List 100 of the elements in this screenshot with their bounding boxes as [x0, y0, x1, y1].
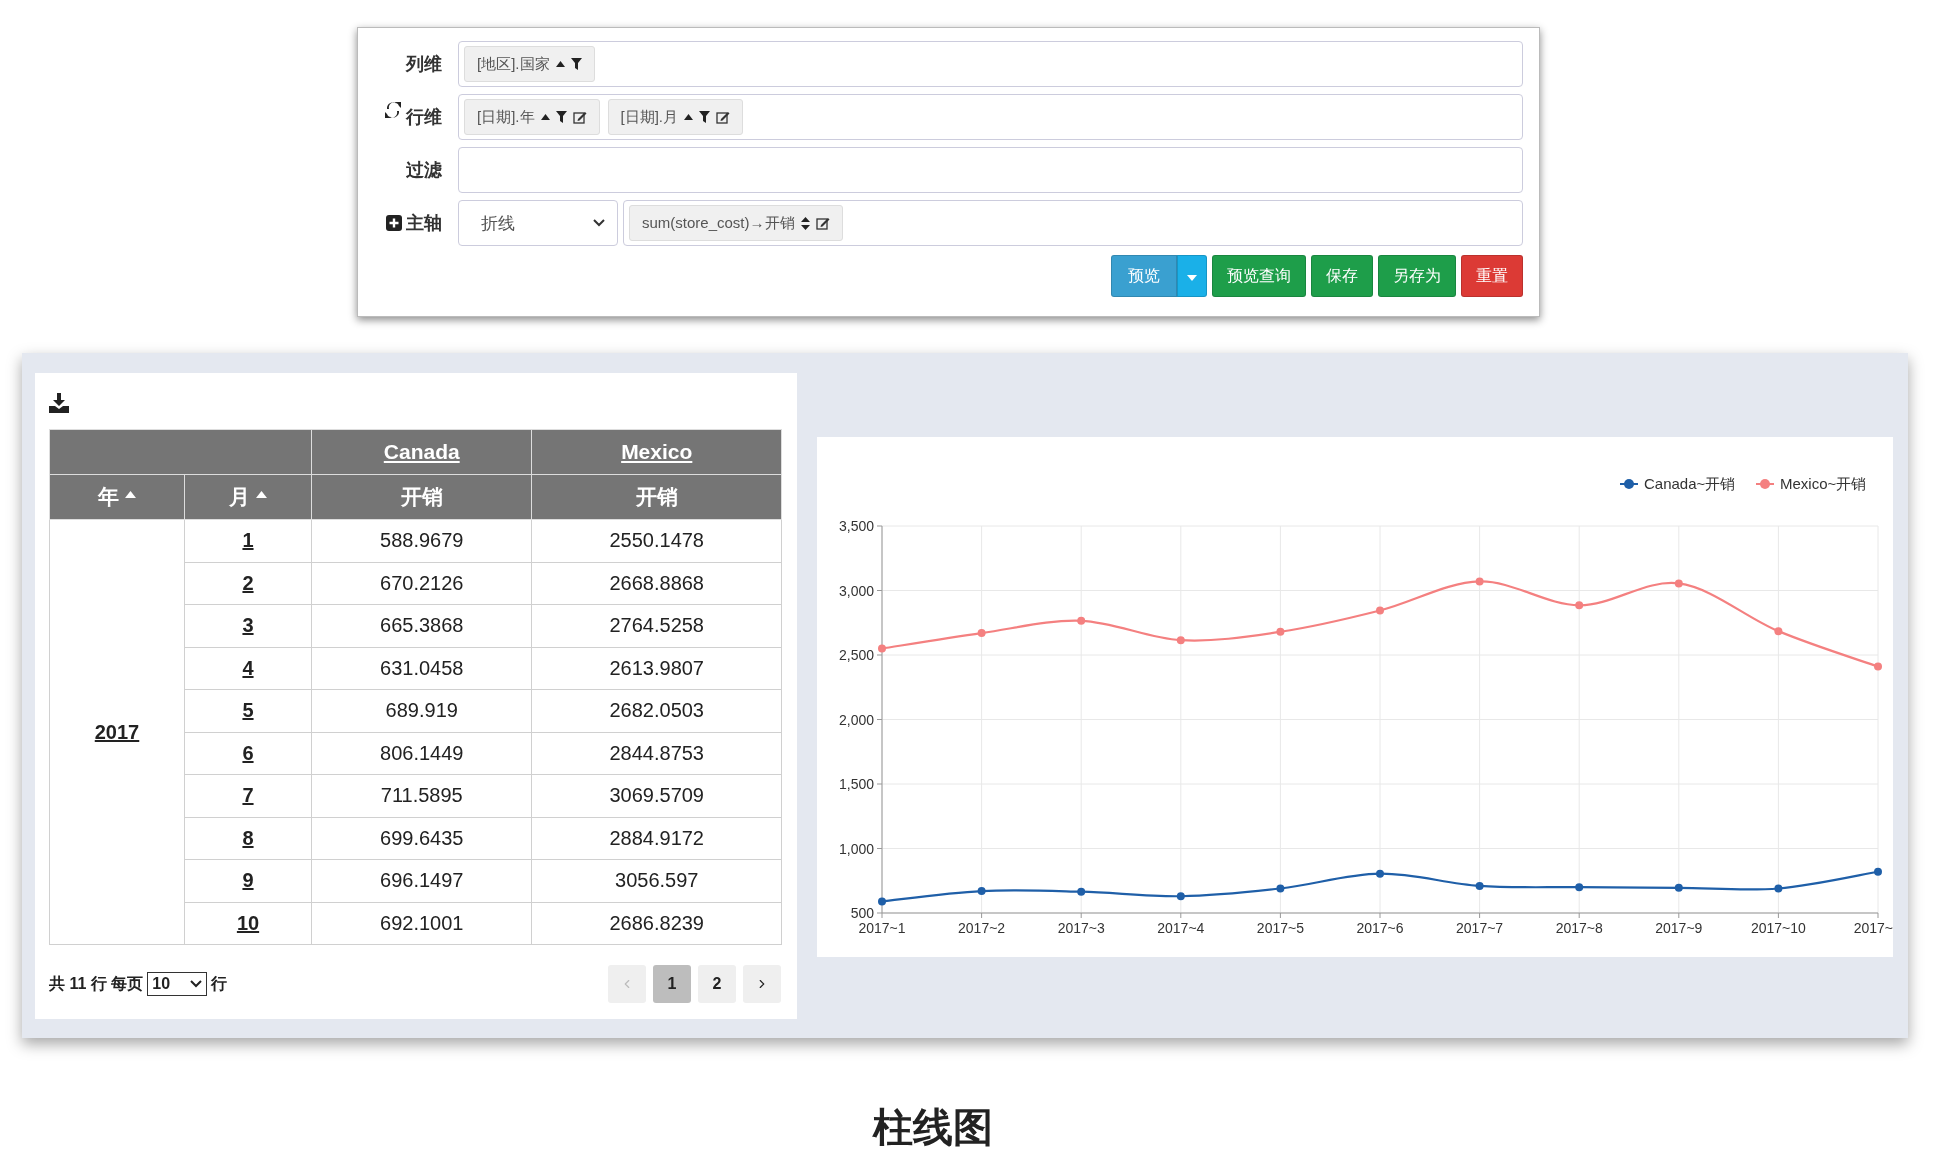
month-cell[interactable]: 2	[184, 562, 312, 605]
field-chip[interactable]: [日期].月	[607, 99, 744, 135]
field-label: 行维	[406, 106, 442, 129]
chart-type-select[interactable]: 折线	[458, 200, 618, 246]
y-tick-label: 1,000	[838, 840, 874, 857]
month-cell[interactable]: 6	[184, 732, 312, 775]
month-cell[interactable]: 4	[184, 647, 312, 690]
sort-icon[interactable]	[800, 216, 810, 230]
x-tick-label: 2017~2	[958, 920, 1006, 936]
edit-icon[interactable]	[716, 110, 731, 124]
dropdown-caret-button[interactable]	[1177, 255, 1207, 297]
table-cell: 588.9679	[311, 519, 532, 562]
data-point	[1575, 601, 1584, 610]
sort-up-icon[interactable]	[555, 61, 565, 67]
table-cell: 692.1001	[311, 902, 532, 945]
data-point	[1874, 867, 1882, 876]
table-cell: 2764.5258	[531, 604, 782, 647]
measure-header: 开销	[531, 474, 782, 520]
x-tick-label: 2017~3	[1057, 920, 1105, 936]
table-cell: 2613.9807	[531, 647, 782, 690]
filter-icon[interactable]	[570, 58, 582, 70]
table-cell: 670.2126	[311, 562, 532, 605]
field-label: 过滤	[406, 159, 442, 182]
drop-zone-field[interactable]: [日期].年 [日期].月	[458, 94, 1523, 140]
legend-label[interactable]: Canada~开销	[1644, 475, 1736, 492]
chevron-down-icon	[190, 980, 203, 988]
add-icon[interactable]	[386, 215, 402, 231]
sort-up-icon	[255, 491, 267, 498]
table-cell: 665.3868	[311, 604, 532, 647]
month-cell[interactable]: 7	[184, 774, 312, 817]
month-cell[interactable]: 5	[184, 689, 312, 732]
sort-up-icon[interactable]	[540, 114, 550, 120]
month-cell[interactable]: 3	[184, 604, 312, 647]
sort-up-icon	[124, 491, 136, 498]
edit-icon[interactable]	[572, 110, 587, 124]
data-point	[1077, 616, 1086, 625]
edit-icon[interactable]	[815, 216, 830, 230]
page-size-select[interactable]: 10	[147, 972, 208, 996]
x-tick-label: 2017~	[1853, 920, 1893, 936]
data-point	[1774, 627, 1783, 636]
month-cell[interactable]: 10	[184, 902, 312, 945]
x-tick-label: 2017~7	[1456, 920, 1504, 936]
table-cell: 711.5895	[311, 774, 532, 817]
data-point	[1276, 627, 1285, 636]
field-chip[interactable]: [地区].国家	[464, 46, 595, 82]
data-point	[1176, 892, 1185, 901]
y-tick-label: 1,500	[838, 776, 874, 792]
x-tick-label: 2017~4	[1157, 920, 1205, 936]
chevron-down-icon	[593, 219, 605, 227]
data-point	[1077, 887, 1086, 896]
drop-zone-field[interactable]	[458, 147, 1523, 193]
y-tick-label: 2,000	[838, 711, 874, 728]
data-point	[977, 629, 986, 638]
swap-icon[interactable]	[384, 100, 402, 120]
year-cell[interactable]: 2017	[49, 519, 185, 945]
x-tick-label: 2017~5	[1256, 920, 1304, 936]
table-cell: 2682.0503	[531, 689, 782, 732]
data-point	[1674, 883, 1683, 892]
drop-zone-field[interactable]: sum(store_cost)→开销	[623, 200, 1523, 246]
country-header[interactable]: Canada	[311, 429, 532, 475]
table-cell: 806.1449	[311, 732, 532, 775]
legend-label[interactable]: Mexico~开销	[1780, 475, 1867, 492]
data-point	[878, 897, 886, 906]
caret-icon	[1187, 275, 1197, 281]
table-cell: 2844.8753	[531, 732, 782, 775]
y-tick-label: 3,000	[838, 582, 874, 599]
sort-header[interactable]: 月	[184, 474, 312, 520]
y-tick-label: 3,500	[838, 518, 874, 534]
field-chip[interactable]: sum(store_cost)→开销	[629, 205, 843, 241]
filter-icon[interactable]	[699, 111, 711, 123]
table-cell: 2668.8868	[531, 562, 782, 605]
month-cell[interactable]: 1	[184, 519, 312, 562]
row-count-text: 共 11 行 每页	[49, 973, 144, 994]
download-icon[interactable]	[49, 393, 69, 413]
measure-header: 开销	[311, 474, 532, 520]
table-cell: 689.919	[311, 689, 532, 732]
page-button[interactable]: 1	[653, 965, 691, 1003]
data-point	[1276, 884, 1285, 893]
filter-icon[interactable]	[555, 111, 567, 123]
month-cell[interactable]: 9	[184, 859, 312, 902]
x-tick-label: 2017~10	[1750, 920, 1806, 936]
page-button[interactable]: 2	[698, 965, 736, 1003]
field-chip[interactable]: [日期].年	[464, 99, 600, 135]
data-point	[1774, 884, 1783, 893]
reset-button[interactable]: 重置	[1461, 255, 1523, 297]
country-header[interactable]: Mexico	[531, 429, 782, 475]
drop-zone-field[interactable]: [地区].国家	[458, 41, 1523, 87]
table-cell: 2550.1478	[531, 519, 782, 562]
sort-header[interactable]: 年	[49, 474, 185, 520]
rows-label: 行	[211, 973, 228, 994]
sort-up-icon[interactable]	[684, 114, 694, 120]
data-point	[1176, 636, 1185, 645]
data-point	[1475, 577, 1484, 586]
data-point	[977, 887, 986, 896]
data-point	[1874, 662, 1882, 671]
month-cell[interactable]: 8	[184, 817, 312, 860]
data-point	[1376, 869, 1384, 878]
field-label: 列维	[406, 53, 442, 76]
x-tick-label: 2017~1	[858, 920, 906, 936]
x-tick-label: 2017~8	[1555, 920, 1603, 936]
